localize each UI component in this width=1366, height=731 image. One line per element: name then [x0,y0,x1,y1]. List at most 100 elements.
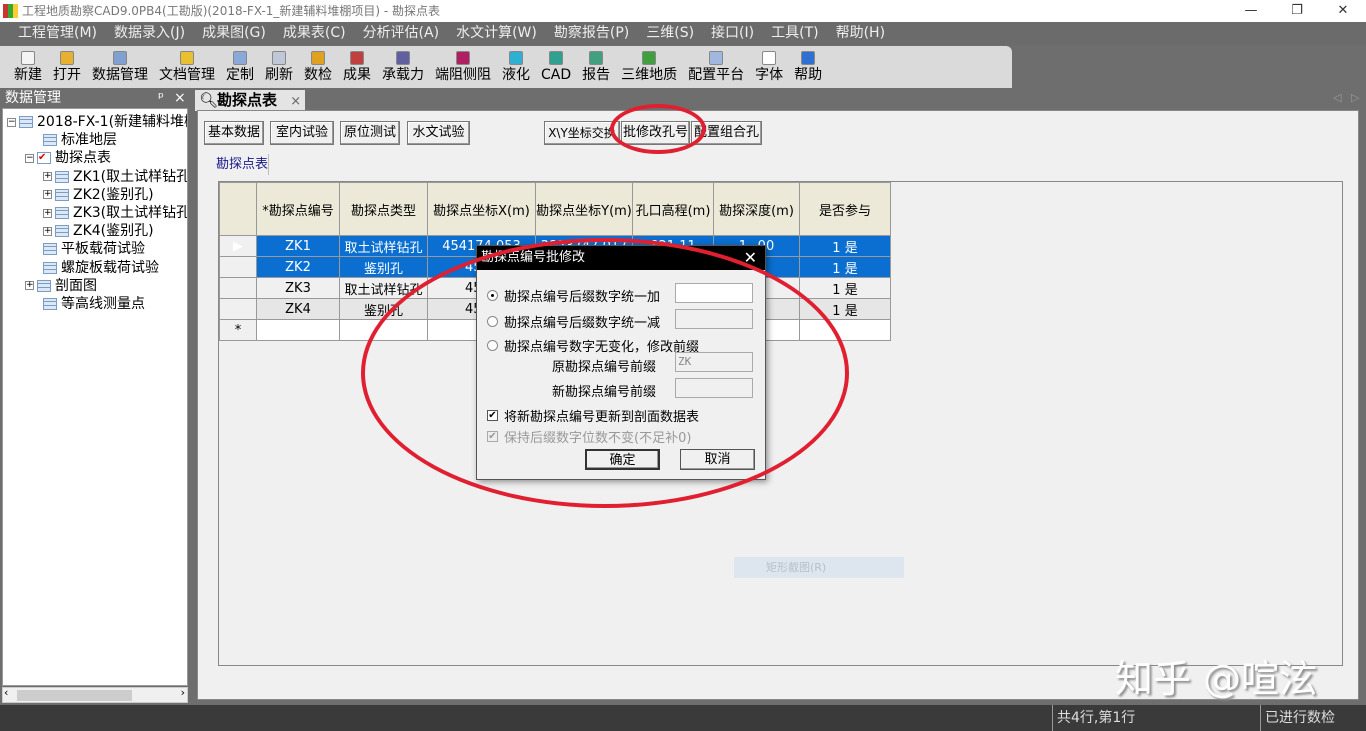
toolbar-button[interactable]: 数检 [304,46,332,88]
basic-data-button[interactable]: 基本数据 [204,121,264,145]
panel-title: 数据管理 [5,90,61,106]
column-header[interactable]: 孔口高程(m) [632,182,714,236]
tree-item[interactable]: 螺旋板载荷试验 [43,259,159,277]
expand-icon[interactable]: + [43,172,52,182]
restore-button[interactable]: ❐ [1274,0,1320,22]
tree-item-label: 平板载荷试验 [61,241,145,258]
tree-item[interactable]: + 剖面图 [25,277,97,295]
toolbar-button[interactable]: 帮助 [794,46,822,88]
pin-icon[interactable]: ᵖ [158,88,164,108]
toolbar-button[interactable]: 三维地质 [621,46,677,88]
table-icon [55,207,69,219]
toolbar-button[interactable]: 字体 [755,46,783,88]
tree-item[interactable]: + ZK1(取土试样钻孔) [43,168,187,186]
expand-icon[interactable]: + [43,190,52,200]
scroll-thumb[interactable] [17,690,132,701]
tab-scroll-left-icon[interactable]: ◁ [1333,91,1341,104]
tree-scrollbar[interactable]: ‹ › [2,686,188,703]
table-cell[interactable]: 1 是 [799,277,891,299]
lab-test-button[interactable]: 室内试验 [270,121,334,145]
table-cell[interactable]: 1 是 [799,235,891,257]
column-header[interactable]: 是否参与 [799,182,891,236]
collapse-icon[interactable]: − [25,153,34,163]
row-header[interactable]: * [219,319,257,341]
row-header[interactable]: ▶ [219,235,257,257]
title-bar: 工程地质勘察CAD9.0PB4(工勘版)(2018-FX-1_新建辅料堆棚项目)… [0,0,1366,22]
column-header[interactable]: *勘探点编号 [256,182,340,236]
toolbar-button[interactable]: 打开 [53,46,81,88]
toolbar-button[interactable]: CAD [541,46,571,88]
tree-item[interactable]: + ZK3(取土试样钻孔) [43,204,187,222]
in-situ-test-button[interactable]: 原位测试 [340,121,400,145]
toolbar-button[interactable]: 报告 [582,46,610,88]
tree-item-label: ZK2(鉴别孔) [73,186,154,203]
collapse-icon[interactable]: − [7,117,16,127]
table-cell[interactable]: ZK1 [256,235,340,257]
menu-item[interactable]: 水文计算(W) [456,22,537,45]
close-button[interactable]: ✕ [1320,0,1366,22]
toolbar-button[interactable]: 新建 [14,46,42,88]
row-header[interactable] [219,298,257,320]
table-cell[interactable]: ZK2 [256,256,340,278]
column-header[interactable]: 勘探点坐标Y(m) [535,182,633,236]
tree-item[interactable]: 等高线测量点 [43,295,145,313]
expand-icon[interactable]: + [43,226,52,236]
toolbar-button[interactable]: 成果 [343,46,371,88]
row-header[interactable] [219,277,257,299]
expand-icon[interactable]: + [25,281,34,291]
panel-close-icon[interactable]: × [174,88,186,108]
table-cell[interactable]: ZK4 [256,298,340,320]
hydro-test-button[interactable]: 水文试验 [407,121,470,145]
column-header[interactable]: 勘探点类型 [339,182,428,236]
toolbar-icon [396,51,410,65]
toolbar-button[interactable]: 液化 [502,46,530,88]
row-header[interactable] [219,256,257,278]
expand-icon[interactable]: + [43,208,52,218]
menu-item[interactable]: 勘察报告(P) [554,22,629,45]
column-header[interactable]: 勘探点坐标X(m) [427,182,536,236]
minimize-button[interactable]: — [1228,0,1274,22]
subtab-exploration-points[interactable]: 勘探点表 [211,154,269,175]
tab-scroll-right-icon[interactable]: ▷ [1351,91,1359,104]
table-cell[interactable]: 取土试样钻孔 [339,235,428,257]
column-header[interactable]: 勘探深度(m) [713,182,800,236]
menu-item[interactable]: 成果表(C) [283,22,346,45]
menu-item[interactable]: 接口(I) [711,22,754,45]
toolbar-button[interactable]: 刷新 [265,46,293,88]
toolbar-label: 新建 [14,67,42,83]
toolbar-icon [801,51,816,65]
magnifier-icon: 🔍︎ [199,91,219,109]
toolbar-button[interactable]: 配置平台 [688,46,744,88]
menu-item[interactable]: 工具(T) [771,22,818,45]
tab-exploration-points[interactable]: 🔍︎ 勘探点表 × [195,90,305,111]
toolbar-button[interactable]: 文档管理 [159,46,215,88]
table-cell[interactable] [256,319,340,341]
scroll-left-icon[interactable]: ‹ [4,686,8,699]
menu-item[interactable]: 数据录入(J) [114,22,185,45]
tree-item[interactable]: + ZK2(鉴别孔) [43,186,154,204]
tree-item[interactable]: 标准地层 [43,131,117,149]
scroll-right-icon[interactable]: › [181,686,185,699]
menu-item[interactable]: 成果图(G) [202,22,266,45]
tree-item[interactable]: − 2018-FX-1(新建辅料堆棚项目) [7,113,187,131]
xy-swap-button[interactable]: X\Y坐标交换 [544,121,620,145]
tab-close-icon[interactable]: × [290,94,301,109]
menu-item[interactable]: 分析评估(A) [363,22,440,45]
data-tree: −2018-FX-1(新建辅料堆棚项目)标准地层−✔勘探点表+ZK1(取土试样钻… [2,108,188,686]
table-cell[interactable]: ZK3 [256,277,340,299]
table-cell[interactable]: 1 是 [799,256,891,278]
document-tabs: 🔍︎ 勘探点表 × ◁ ▷ [193,88,1366,111]
menu-item[interactable]: 帮助(H) [836,22,885,45]
tree-item[interactable]: 平板载荷试验 [43,240,145,258]
toolbar-button[interactable]: 端阻侧阻 [435,46,491,88]
toolbar-button[interactable]: 承载力 [382,46,424,88]
toolbar-icon [233,51,247,65]
toolbar-button[interactable]: 定制 [226,46,254,88]
menu-item[interactable]: 工程管理(M) [18,22,97,45]
toolbar-button[interactable]: 数据管理 [92,46,148,88]
menu-item[interactable]: 三维(S) [646,22,694,45]
table-cell[interactable]: 鉴别孔 [339,256,428,278]
tree-item[interactable]: − ✔ 勘探点表 [25,149,111,167]
tree-item[interactable]: + ZK4(鉴别孔) [43,222,154,240]
window-title: 工程地质勘察CAD9.0PB4(工勘版)(2018-FX-1_新建辅料堆棚项目)… [22,4,441,18]
